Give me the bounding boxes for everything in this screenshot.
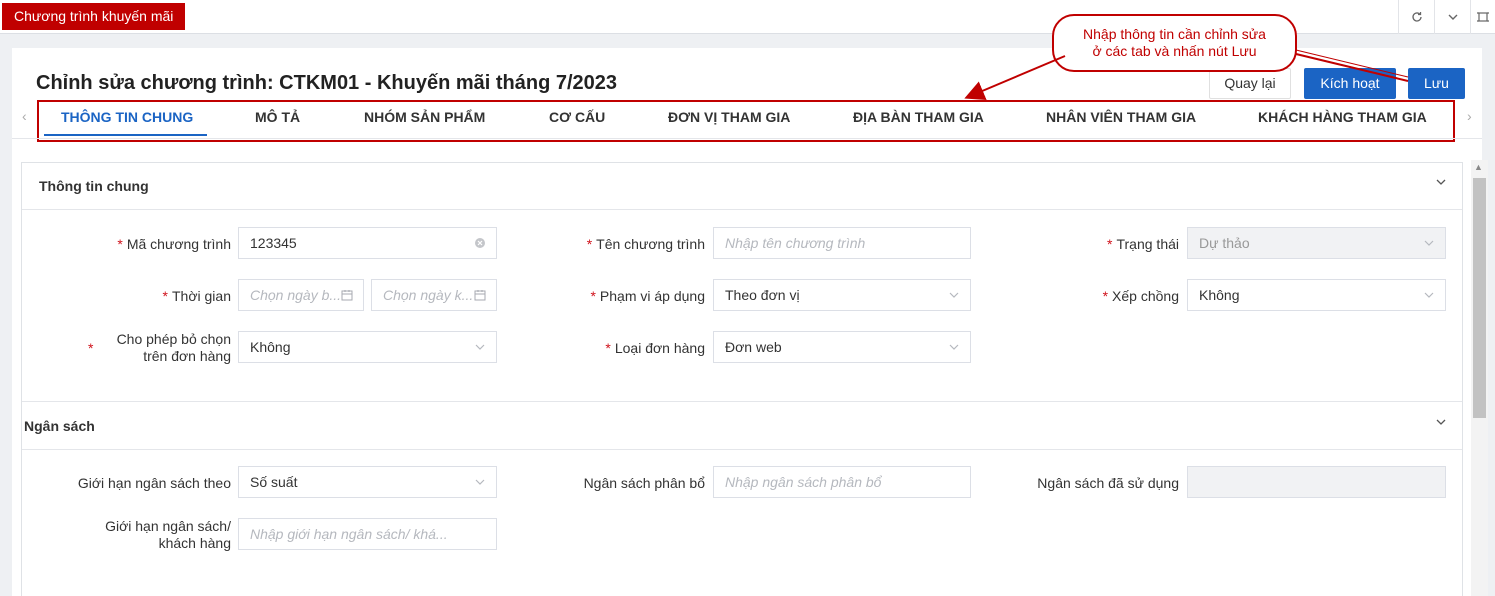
budget-limit-by-label: Giới hạn ngân sách theo: [77, 475, 231, 491]
chevron-down-icon[interactable]: [1436, 177, 1446, 187]
vertical-scrollbar[interactable]: ▲: [1471, 160, 1488, 596]
chevron-down-icon[interactable]: [1434, 0, 1470, 34]
order-type-label: * Loại đơn hàng: [605, 340, 705, 356]
scope-select[interactable]: Theo đơn vị: [713, 279, 971, 311]
chevron-down-icon: [949, 292, 959, 298]
budget-limit-by-select[interactable]: Số suất: [238, 466, 497, 498]
tabs-highlight-box: [37, 100, 1455, 142]
back-button[interactable]: Quay lại: [1209, 68, 1291, 99]
order-type-select[interactable]: Đơn web: [713, 331, 971, 363]
allow-deselect-label: Cho phép bỏ chọn trên đơn hàng: [116, 331, 231, 364]
chevron-down-icon: [475, 344, 485, 350]
app-tab-promotion[interactable]: Chương trình khuyến mãi: [2, 3, 186, 30]
chevron-down-icon: [1424, 240, 1434, 246]
scroll-thumb[interactable]: [1473, 178, 1486, 418]
section-divider: [22, 401, 1462, 402]
scroll-up-icon[interactable]: ▲: [1474, 162, 1483, 172]
time-label: * Thời gian: [162, 288, 231, 304]
fullscreen-icon[interactable]: [1470, 0, 1495, 34]
scope-label: * Phạm vi áp dụng: [590, 288, 705, 304]
save-button[interactable]: Lưu: [1408, 68, 1465, 99]
section-title: Ngân sách: [24, 418, 95, 434]
status-label: * Trạng thái: [1107, 236, 1179, 252]
program-name-input[interactable]: Nhập tên chương trình: [713, 227, 971, 259]
chevron-down-icon: [949, 344, 959, 350]
status-select: Dự thảo: [1187, 227, 1446, 259]
allocated-budget-label: Ngân sách phân bổ: [583, 475, 705, 491]
stacking-select[interactable]: Không: [1187, 279, 1446, 311]
limit-per-customer-input[interactable]: Nhập giới hạn ngân sách/ khá...: [238, 518, 497, 550]
calendar-icon: [341, 290, 353, 301]
section-budget-header[interactable]: Ngân sách: [22, 403, 1462, 450]
limit-per-customer-label: Giới hạn ngân sách/ khách hàng: [105, 518, 231, 551]
tabs-divider: [12, 138, 1482, 139]
end-date-input[interactable]: Chọn ngày k...: [371, 279, 497, 311]
clear-icon[interactable]: [474, 237, 486, 249]
tabs-scroll-right-icon[interactable]: ›: [1467, 108, 1472, 124]
allow-deselect-select[interactable]: Không: [238, 331, 497, 363]
form-panel: Thông tin chung * Mã chương trình 123345 …: [21, 162, 1463, 596]
stacking-label: * Xếp chồng: [1102, 288, 1179, 304]
allocated-budget-input[interactable]: Nhập ngân sách phân bổ: [713, 466, 971, 498]
instruction-callout: Nhập thông tin cần chỉnh sửa ở các tab v…: [1052, 14, 1297, 72]
start-date-input[interactable]: Chọn ngày b...: [238, 279, 364, 311]
program-code-label: * Mã chương trình: [117, 236, 231, 252]
section-general-header[interactable]: Thông tin chung: [22, 163, 1462, 210]
page-title: Chỉnh sửa chương trình: CTKM01 - Khuyến …: [36, 72, 618, 94]
edit-program-card: Chỉnh sửa chương trình: CTKM01 - Khuyến …: [12, 48, 1482, 596]
refresh-icon[interactable]: [1398, 0, 1434, 34]
chevron-down-icon: [475, 479, 485, 485]
used-budget-input: [1187, 466, 1446, 498]
program-name-label: * Tên chương trình: [586, 236, 705, 252]
used-budget-label: Ngân sách đã sử dụng: [1037, 475, 1179, 491]
section-title: Thông tin chung: [39, 178, 149, 194]
tabs-bar: ‹ › THÔNG TIN CHUNG MÔ TẢ NHÓM SẢN PHẨM …: [12, 98, 1482, 142]
calendar-icon: [474, 290, 486, 301]
program-code-input[interactable]: 123345: [238, 227, 497, 259]
chevron-down-icon: [1424, 292, 1434, 298]
tabs-scroll-left-icon[interactable]: ‹: [22, 108, 27, 124]
chevron-down-icon[interactable]: [1436, 417, 1446, 427]
activate-button[interactable]: Kích hoạt: [1304, 68, 1396, 99]
